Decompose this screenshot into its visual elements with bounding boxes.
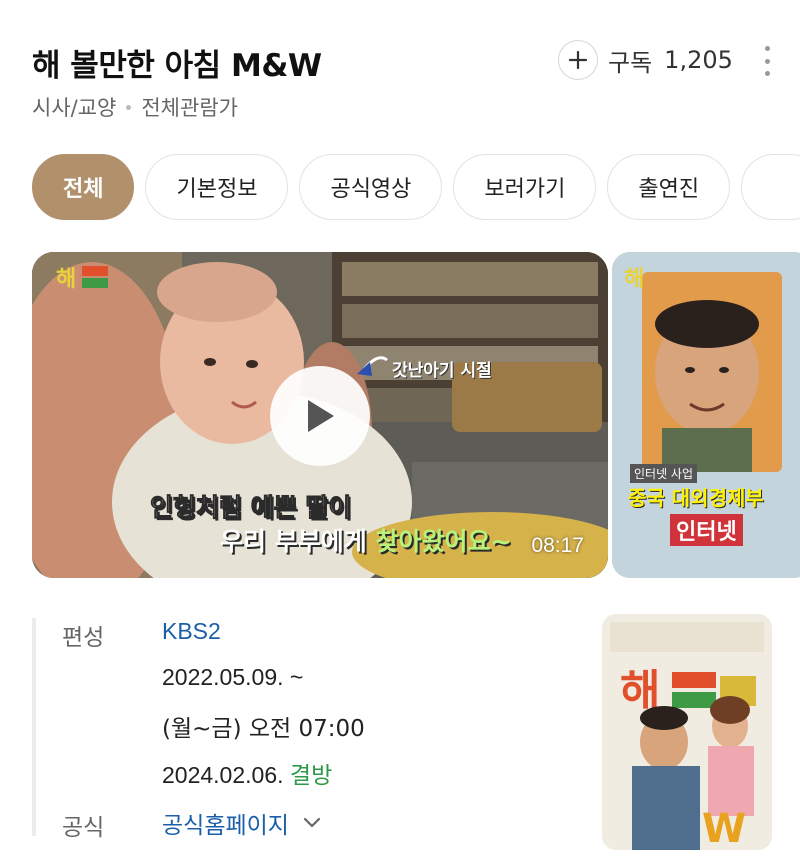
caption-highlight: 찾아왔어요~ xyxy=(375,527,512,556)
subscribe-label[interactable]: 구독 xyxy=(608,43,652,78)
start-date: 2022.05.09. ~ xyxy=(162,664,304,690)
program-title: 해 볼만한 아침 M&W xyxy=(32,48,322,84)
show-logo: 해 xyxy=(56,266,108,292)
video-caption-top: 갓난아기 시절 xyxy=(392,361,492,381)
info-divider xyxy=(32,618,36,836)
tab-all[interactable]: 전체 xyxy=(32,154,135,220)
video-caption-line1: 인형처럼 예쁜 딸이 xyxy=(149,493,352,523)
status-badge: 결방 xyxy=(289,763,333,789)
more-vertical-icon[interactable] xyxy=(762,46,772,76)
plus-icon xyxy=(568,50,588,70)
video-card[interactable]: 해 갓난아기 시절 인형처럼 예쁜 딸이 우리 부부에게 찾아왔어요~ 08:1… xyxy=(32,252,608,578)
homepage-link[interactable]: 공식홈페이지 xyxy=(162,806,325,840)
svg-text:W: W xyxy=(702,806,746,850)
end-date-row: 2024.02.06. 결방 xyxy=(162,756,332,790)
broadcast-label: 편성 xyxy=(62,625,105,651)
video-duration: 08:17 xyxy=(531,534,584,557)
chevron-down-icon[interactable] xyxy=(299,810,325,836)
genre-label: 시사/교양 xyxy=(32,96,117,120)
video-card-next[interactable]: 해 인터넷 사업 중국 대외경제부 인터넷 xyxy=(612,252,800,578)
separator-dot xyxy=(126,104,132,110)
subscribe-button[interactable] xyxy=(558,40,598,80)
video-caption-line1: 중국 대외경제부 xyxy=(628,486,764,510)
tab-watch[interactable]: 보러가기 xyxy=(453,154,597,220)
subscriber-count: 1,205 xyxy=(664,46,733,74)
program-poster[interactable]: 해 W xyxy=(602,614,772,850)
play-icon xyxy=(308,400,334,432)
rating-label: 전체관람가 xyxy=(141,96,238,120)
caption-part: 우리 부부에게 xyxy=(220,527,367,556)
video-caption-top: 인터넷 사업 xyxy=(630,464,698,483)
svg-text:해: 해 xyxy=(56,267,76,292)
channel-link[interactable]: KBS2 xyxy=(162,618,221,645)
subscribe-area: 구독 1,205 xyxy=(558,40,733,80)
video-caption-line2: 우리 부부에게 찾아왔어요~ xyxy=(220,522,511,558)
schedule: (월~금) 오전 07:00 xyxy=(162,716,365,742)
program-meta: 시사/교양 전체관람가 xyxy=(32,92,238,122)
svg-text:해: 해 xyxy=(624,267,644,292)
play-button[interactable] xyxy=(270,366,370,466)
tab-bar: 전체 기본정보 공식영상 보러가기 출연진 xyxy=(32,154,800,222)
end-date: 2024.02.06. xyxy=(162,762,284,788)
official-label: 공식 xyxy=(62,815,105,841)
tab-official-video[interactable]: 공식영상 xyxy=(299,154,443,220)
homepage-link-label[interactable]: 공식홈페이지 xyxy=(162,806,289,840)
tab-cast[interactable]: 출연진 xyxy=(607,154,731,220)
poster-image: 해 W xyxy=(602,614,772,850)
tab-more[interactable] xyxy=(741,154,800,220)
tab-basic-info[interactable]: 기본정보 xyxy=(145,154,289,220)
video-caption-line2: 인터넷 xyxy=(670,514,743,546)
